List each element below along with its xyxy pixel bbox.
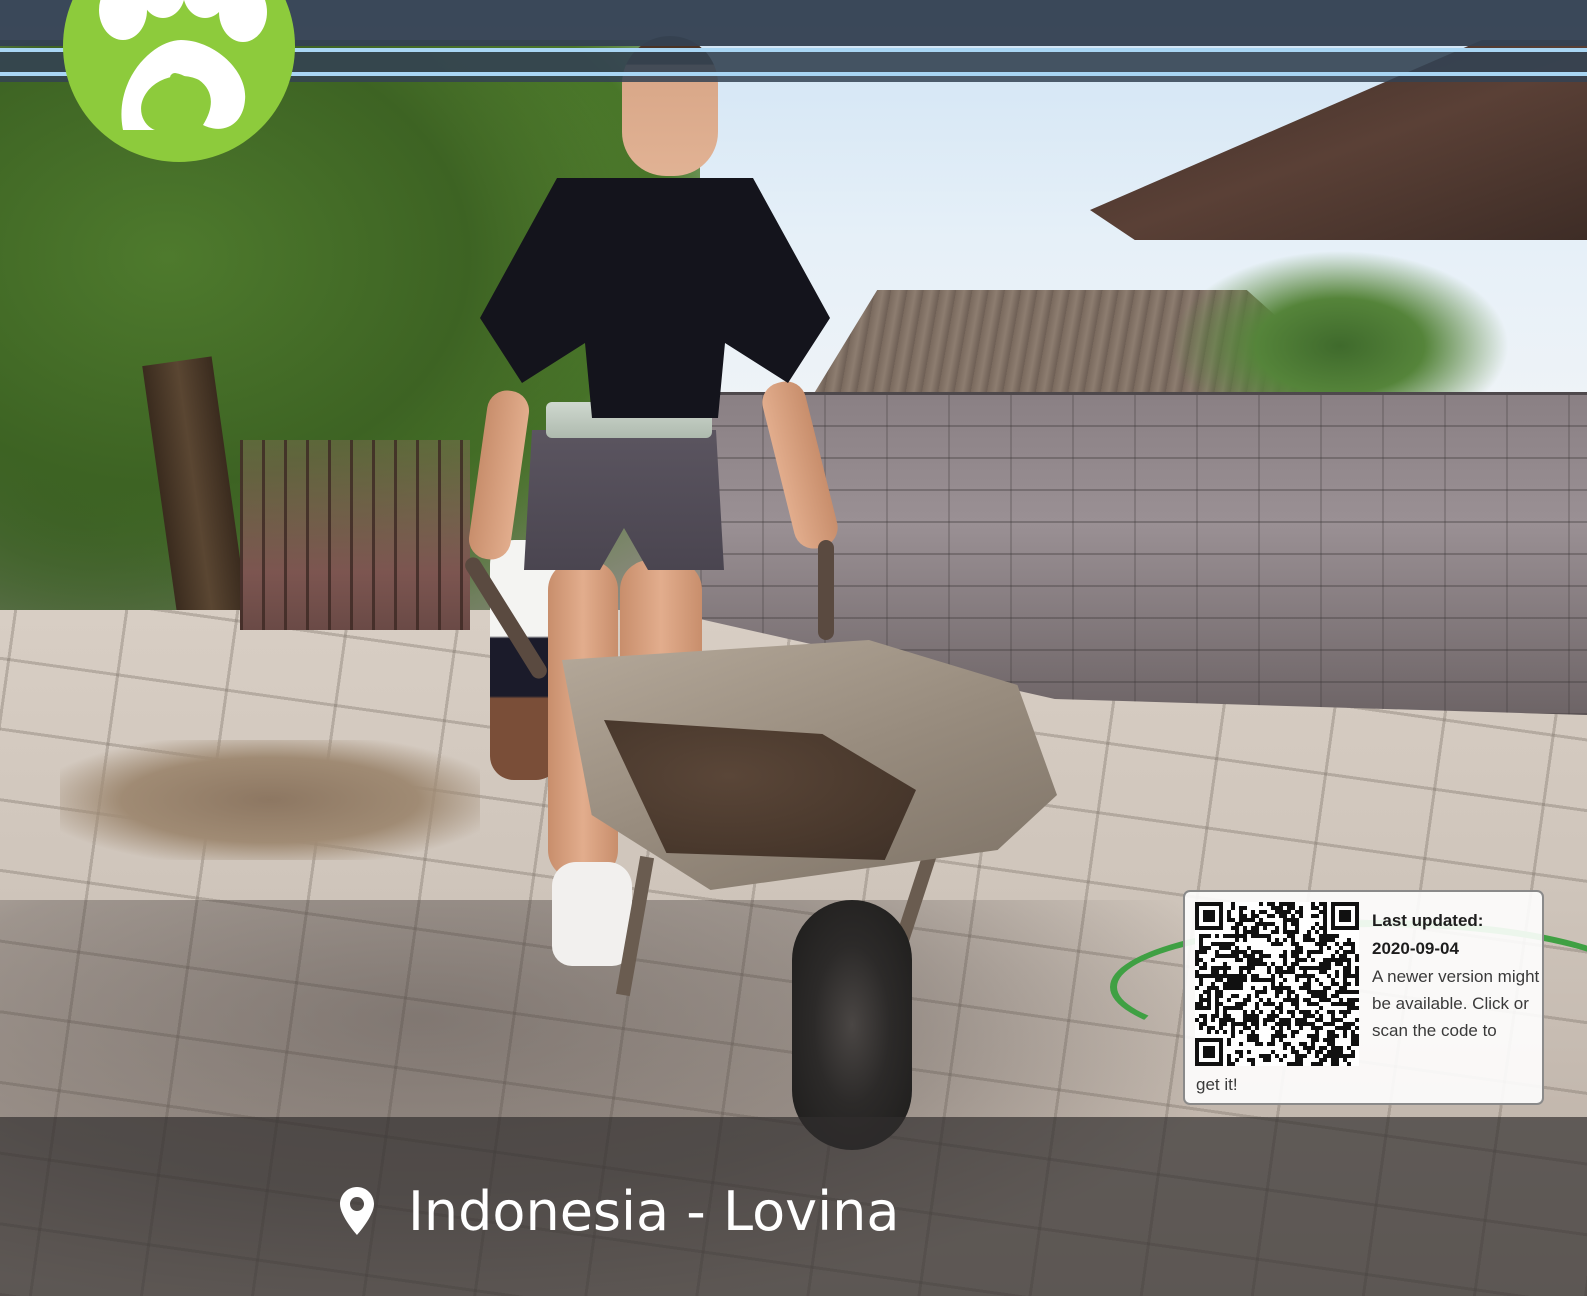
location-text: Indonesia - Lovina bbox=[408, 1179, 900, 1243]
photo-dirt-patch bbox=[60, 740, 480, 860]
update-notice-panel[interactable]: Last updated: 2020-09-04 A newer version… bbox=[1183, 890, 1544, 1105]
photo-wheelbarrow-handle bbox=[818, 540, 834, 640]
paw-print-icon bbox=[99, 0, 267, 130]
last-updated-label: Last updated: bbox=[1372, 911, 1484, 930]
update-message-tail: get it! bbox=[1196, 1075, 1238, 1094]
photo-wheelbarrow-wheel bbox=[792, 900, 912, 1150]
location-label: Indonesia - Lovina bbox=[340, 1176, 899, 1246]
update-message: A newer version might be available. Clic… bbox=[1372, 967, 1540, 1040]
qr-code-icon[interactable] bbox=[1195, 902, 1359, 1066]
screen: Indonesia - Lovina Last updated: 2020-09… bbox=[0, 0, 1587, 1296]
photo-gate bbox=[240, 440, 470, 630]
map-pin-icon bbox=[340, 1187, 374, 1235]
photo-palms bbox=[1170, 250, 1510, 410]
last-updated-block: Last updated: 2020-09-04 bbox=[1372, 907, 1540, 963]
photo-person-shoe bbox=[552, 862, 632, 966]
brand-logo bbox=[63, 0, 295, 162]
last-updated-date: 2020-09-04 bbox=[1372, 939, 1459, 958]
